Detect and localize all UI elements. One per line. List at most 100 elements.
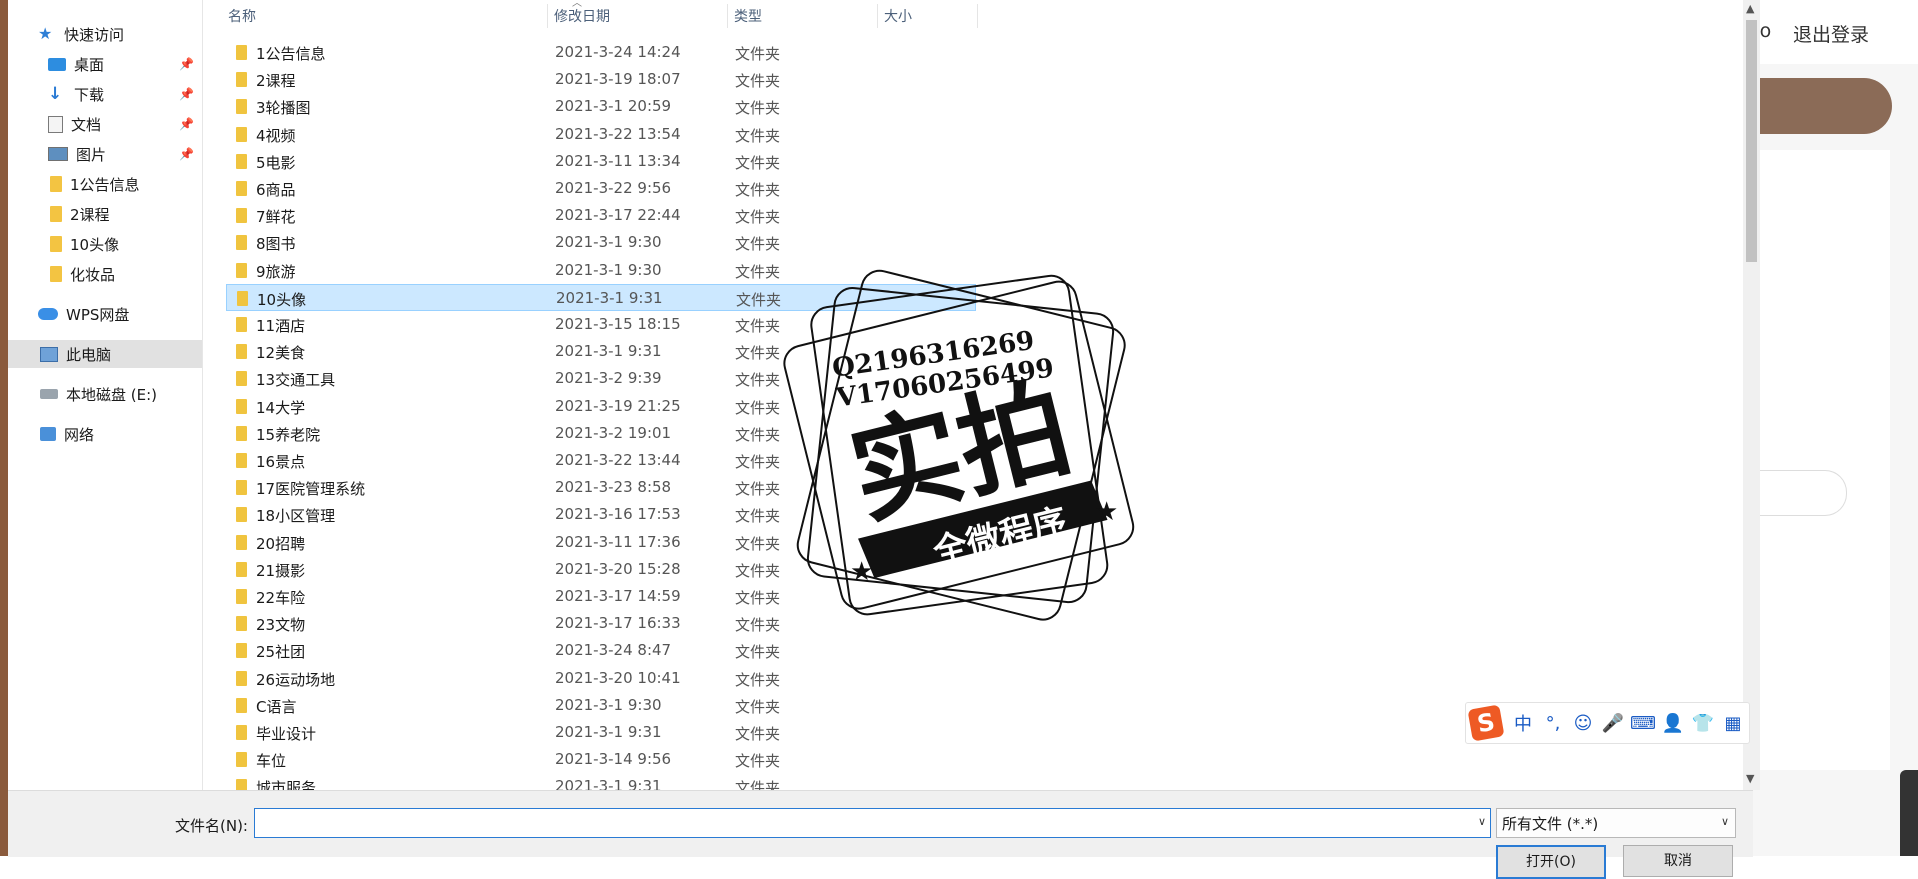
- nav-item-label: WPS网盘: [66, 305, 130, 324]
- file-row[interactable]: 14大学 2021-3-19 21:25 文件夹: [226, 393, 976, 420]
- nav-item-this-pc[interactable]: 此电脑: [8, 340, 202, 368]
- logout-link[interactable]: 退出登录: [1793, 20, 1869, 47]
- folder-icon: [236, 480, 247, 496]
- file-type: 文件夹: [735, 697, 781, 716]
- file-name: 22车险: [256, 589, 306, 607]
- filename-input[interactable]: ∨: [254, 808, 1491, 838]
- cancel-button[interactable]: 取消: [1623, 845, 1733, 877]
- file-list-pane: ︿ 名称 修改日期 类型 大小 1公告信息 2021-3-24 14:24 文件夹 2…: [202, 0, 1729, 797]
- file-row[interactable]: 10头像 2021-3-1 9:31 文件夹: [226, 283, 976, 311]
- sogou-logo-icon[interactable]: S: [1467, 704, 1505, 742]
- nav-item-wps-cloud[interactable]: WPS网盘: [8, 300, 202, 328]
- file-name: 23文物: [256, 616, 306, 635]
- file-type: 文件夹: [735, 317, 781, 335]
- file-type: 文件夹: [735, 398, 781, 417]
- file-row[interactable]: 26运动场地 2021-3-20 10:41 文件夹: [226, 665, 976, 692]
- folder-icon: [236, 453, 247, 468]
- nav-item-label: 此电脑: [66, 345, 112, 364]
- scrollbar-thumb[interactable]: [1746, 20, 1757, 262]
- file-row[interactable]: 7鲜花 2021-3-17 22:44 文件夹: [226, 202, 976, 229]
- emoji-icon[interactable]: ☺: [1568, 713, 1598, 734]
- background-left-strip: [0, 0, 8, 856]
- file-row[interactable]: 22车险 2021-3-17 14:59 文件夹: [226, 583, 976, 610]
- pin-icon: 📌: [179, 57, 194, 71]
- folder-icon: [236, 561, 247, 577]
- column-header-type[interactable]: 类型: [728, 4, 878, 28]
- nav-item-documents[interactable]: 文档 📌: [8, 110, 202, 138]
- file-row[interactable]: 18小区管理 2021-3-16 17:53 文件夹: [226, 501, 976, 528]
- filetype-select[interactable]: 所有文件 (*.*) ∨: [1496, 808, 1736, 838]
- file-date: 2021-3-2 19:01: [555, 423, 672, 442]
- folder-icon: [236, 616, 247, 632]
- column-header-date[interactable]: 修改日期: [548, 4, 728, 28]
- nav-item-downloads[interactable]: ↓ 下载 📌: [8, 80, 202, 108]
- filetype-value: 所有文件 (*.*): [1502, 815, 1599, 833]
- user-icon[interactable]: 👤: [1658, 713, 1688, 734]
- file-row[interactable]: 20招聘 2021-3-11 17:36 文件夹: [226, 529, 976, 556]
- file-row[interactable]: 15养老院 2021-3-2 19:01 文件夹: [226, 420, 976, 447]
- background-dark-tab: [1900, 770, 1918, 856]
- folder-icon: [236, 725, 247, 740]
- pin-icon: 📌: [179, 147, 194, 161]
- column-header-size[interactable]: 大小: [878, 4, 978, 28]
- file-name: 25社团: [256, 643, 306, 662]
- nav-item-quick-access[interactable]: ★ 快速访问: [8, 20, 202, 48]
- file-row[interactable]: 2课程 2021-3-19 18:07 文件夹: [226, 66, 976, 93]
- file-row[interactable]: C语言 2021-3-1 9:30 文件夹: [226, 692, 976, 719]
- download-icon: ↓: [48, 84, 63, 104]
- file-name: 8图书: [256, 235, 296, 254]
- open-button[interactable]: 打开(O): [1496, 845, 1606, 879]
- shirt-icon[interactable]: 👕: [1688, 713, 1718, 734]
- file-row[interactable]: 8图书 2021-3-1 9:30 文件夹: [226, 229, 976, 256]
- nav-item-label: 图片: [76, 145, 107, 164]
- folder-icon: [236, 398, 247, 414]
- microphone-icon[interactable]: 🎤: [1598, 713, 1628, 734]
- desktop-icon: [48, 57, 66, 71]
- file-row[interactable]: 11酒店 2021-3-15 18:15 文件夹: [226, 311, 976, 338]
- nav-item-folder-10[interactable]: 10头像: [8, 230, 202, 258]
- folder-icon: [236, 344, 247, 360]
- file-type: 文件夹: [735, 589, 781, 607]
- nav-item-folder-cosmetics[interactable]: 化妆品: [8, 260, 202, 288]
- folder-icon: [236, 262, 247, 278]
- file-row[interactable]: 3轮播图 2021-3-1 20:59 文件夹: [226, 93, 976, 120]
- file-date: 2021-3-2 9:39: [555, 369, 662, 388]
- pin-icon: 📌: [179, 87, 194, 101]
- nav-item-folder-1[interactable]: 1公告信息: [8, 170, 202, 198]
- chevron-down-icon[interactable]: ∨: [1478, 815, 1486, 828]
- file-row[interactable]: 21摄影 2021-3-20 15:28 文件夹: [226, 556, 976, 583]
- file-row[interactable]: 17医院管理系统 2021-3-23 8:58 文件夹: [226, 474, 976, 501]
- file-date: 2021-3-17 14:59: [555, 587, 681, 605]
- file-row[interactable]: 25社团 2021-3-24 8:47 文件夹: [226, 637, 976, 664]
- keyboard-icon[interactable]: ⌨: [1628, 713, 1658, 734]
- ime-punct[interactable]: °,: [1538, 713, 1568, 734]
- file-row[interactable]: 12美食 2021-3-1 9:31 文件夹: [226, 338, 976, 365]
- column-header-name[interactable]: 名称: [222, 4, 548, 28]
- nav-item-folder-2[interactable]: 2课程: [8, 200, 202, 228]
- file-row[interactable]: 9旅游 2021-3-1 9:30 文件夹: [226, 257, 976, 284]
- file-row[interactable]: 6商品 2021-3-22 9:56 文件夹: [226, 175, 976, 202]
- file-row[interactable]: 毕业设计 2021-3-1 9:31 文件夹: [226, 719, 976, 746]
- file-type: 文件夹: [735, 561, 781, 580]
- file-row[interactable]: 5电影 2021-3-11 13:34 文件夹: [226, 148, 976, 175]
- nav-item-pictures[interactable]: 图片 📌: [8, 140, 202, 168]
- folder-icon: [236, 317, 247, 332]
- file-row[interactable]: 1公告信息 2021-3-24 14:24 文件夹: [226, 39, 976, 66]
- file-row[interactable]: 13交通工具 2021-3-2 9:39 文件夹: [226, 365, 976, 392]
- file-row[interactable]: 4视频 2021-3-22 13:54 文件夹: [226, 121, 976, 148]
- grid-icon[interactable]: ▦: [1718, 713, 1748, 734]
- network-icon: [40, 427, 56, 441]
- nav-item-network[interactable]: 网络: [8, 420, 202, 448]
- nav-item-desktop[interactable]: 桌面 📌: [8, 50, 202, 78]
- file-row[interactable]: 车位 2021-3-14 9:56 文件夹: [226, 746, 976, 773]
- file-date: 2021-3-24 8:47: [555, 641, 672, 660]
- ime-toolbar[interactable]: S 中 °, ☺ 🎤 ⌨ 👤 👕 ▦: [1465, 702, 1750, 744]
- scroll-up-icon[interactable]: ▲: [1746, 2, 1754, 15]
- nav-item-local-disk[interactable]: 本地磁盘 (E:): [8, 380, 202, 408]
- vertical-scrollbar[interactable]: ▲ ▼: [1743, 0, 1760, 790]
- file-row[interactable]: 16景点 2021-3-22 13:44 文件夹: [226, 447, 976, 474]
- ime-mode[interactable]: 中: [1508, 710, 1538, 736]
- chevron-down-icon: ∨: [1720, 815, 1729, 828]
- file-row[interactable]: 23文物 2021-3-17 16:33 文件夹: [226, 610, 976, 637]
- scroll-down-icon[interactable]: ▼: [1746, 772, 1754, 785]
